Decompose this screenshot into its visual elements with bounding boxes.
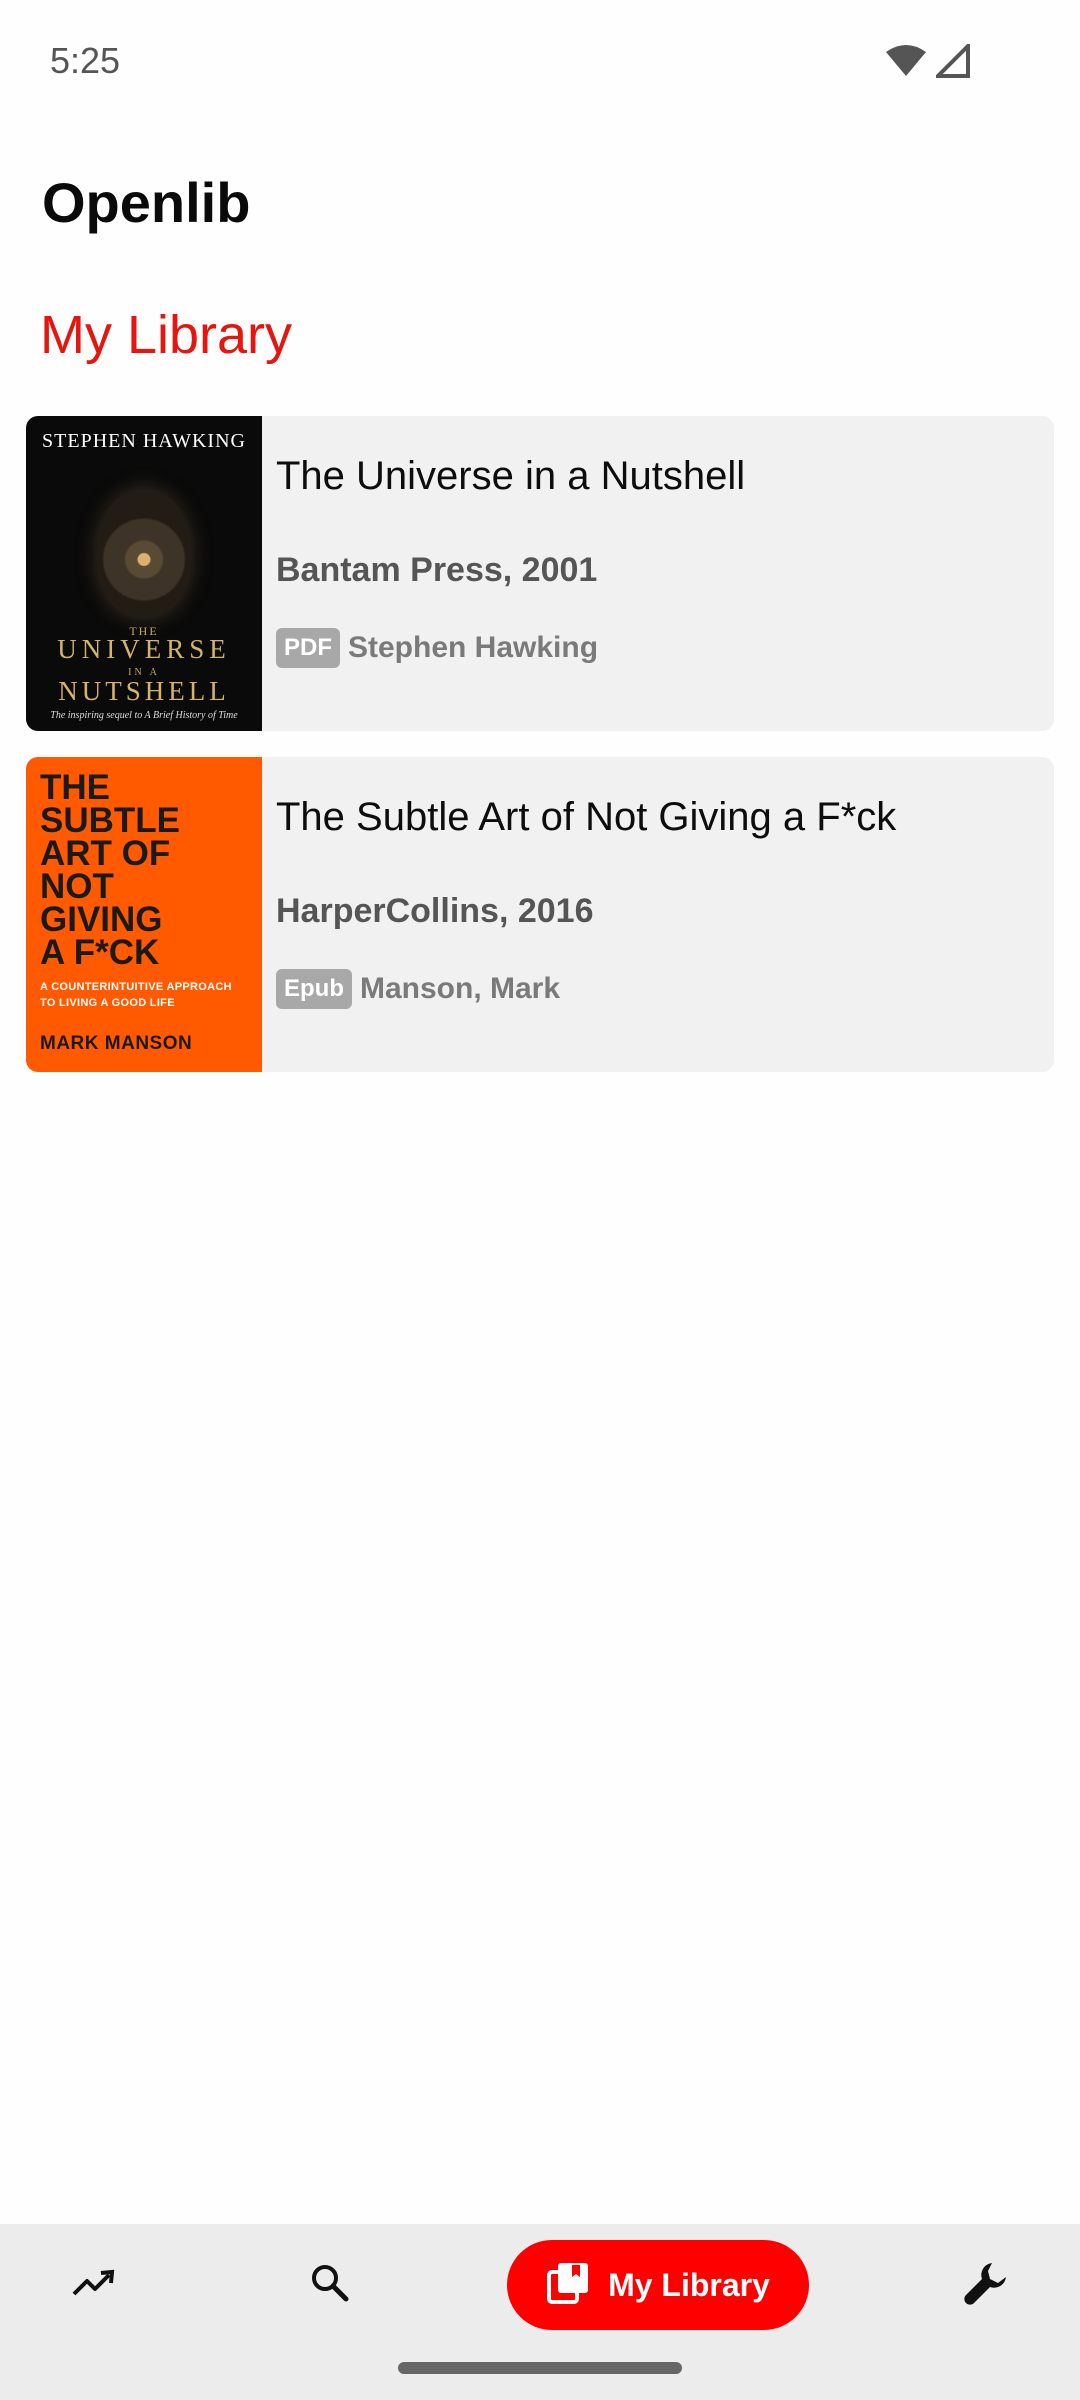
book-cover: STEPHEN HAWKING THE UNIVERSE IN A NUTSHE… — [26, 416, 262, 731]
nav-search[interactable] — [280, 2240, 380, 2330]
section-title: My Library — [40, 305, 293, 365]
book-author: Manson, Mark — [360, 972, 561, 1005]
cover-title-line: NOT — [40, 867, 114, 906]
book-title: The Subtle Art of Not Giving a F*ck — [276, 795, 897, 839]
cover-title-line: NUTSHELL — [58, 676, 230, 706]
book-publisher: Bantam Press, 2001 — [276, 551, 598, 589]
book-publisher: HarperCollins, 2016 — [276, 892, 594, 930]
book-info: The Subtle Art of Not Giving a F*ck Harp… — [262, 757, 1054, 1072]
cover-title-line: UNIVERSE — [57, 634, 231, 664]
book-title: The Universe in a Nutshell — [276, 454, 746, 498]
cover-title: THE SUBTLE ART OF NOT GIVING A F*CK — [40, 768, 250, 972]
status-time: 5:25 — [50, 40, 121, 81]
book-meta: Epub Manson, Mark — [276, 969, 1054, 1009]
cover-title-line: SUBTLE — [40, 801, 180, 840]
library-icon — [546, 2261, 590, 2310]
book-cover: THE SUBTLE ART OF NOT GIVING A F*CK A CO… — [26, 757, 262, 1072]
status-bar: 5:25 — [0, 0, 1080, 130]
gesture-bar — [398, 2362, 682, 2374]
book-author: Stephen Hawking — [348, 631, 599, 664]
app-title: Openlib — [42, 171, 251, 234]
nav-trending[interactable] — [44, 2240, 144, 2330]
cellular-signal-icon — [933, 41, 970, 83]
cover-tagline: The inspiring sequel to A Brief History … — [50, 710, 238, 721]
cover-author: MARK MANSON — [40, 1033, 193, 1054]
search-icon — [310, 2263, 350, 2308]
book-info: The Universe in a Nutshell Bantam Press,… — [262, 416, 1054, 731]
format-badge: Epub — [276, 969, 352, 1009]
book-card[interactable]: STEPHEN HAWKING THE UNIVERSE IN A NUTSHE… — [26, 416, 1054, 731]
cover-subtitle: A COUNTERINTUITIVE APPROACH TO LIVING A … — [40, 979, 260, 1011]
wifi-icon — [886, 44, 926, 83]
nav-label: My Library — [608, 2266, 770, 2303]
cover-title-line: ART OF — [40, 834, 171, 873]
bottom-navigation: My Library — [0, 2224, 1080, 2400]
cover-title-line: A F*CK — [40, 933, 160, 972]
status-icons — [886, 41, 970, 83]
cover-title-line: THE — [40, 768, 110, 807]
nav-settings[interactable] — [936, 2240, 1036, 2330]
cover-subtitle-line: A COUNTERINTUITIVE APPROACH — [40, 981, 232, 993]
cover-art — [96, 488, 192, 618]
wrench-icon — [962, 2259, 1010, 2312]
nav-my-library[interactable]: My Library — [507, 2240, 809, 2330]
book-list: STEPHEN HAWKING THE UNIVERSE IN A NUTSHE… — [26, 416, 1054, 1098]
format-badge: PDF — [276, 628, 340, 668]
cover-author: STEPHEN HAWKING — [42, 430, 246, 452]
book-meta: PDF Stephen Hawking — [276, 628, 1054, 668]
trending-icon — [72, 2268, 116, 2303]
book-card[interactable]: THE SUBTLE ART OF NOT GIVING A F*CK A CO… — [26, 757, 1054, 1072]
cover-title-line: GIVING — [40, 900, 163, 939]
cover-subtitle-line: TO LIVING A GOOD LIFE — [40, 997, 175, 1009]
